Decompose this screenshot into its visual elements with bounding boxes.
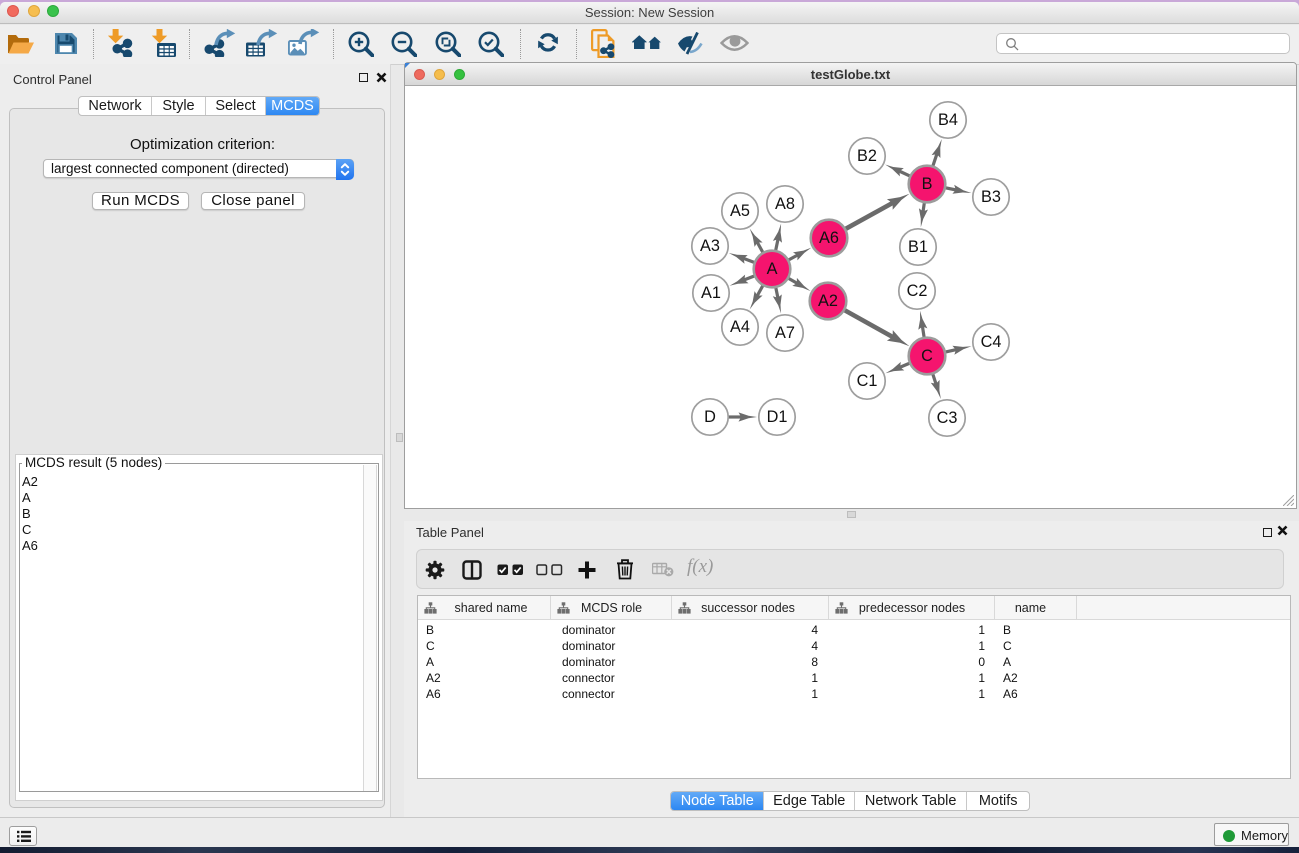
svg-text:A8: A8 (775, 195, 795, 213)
svg-text:B4: B4 (938, 111, 958, 129)
svg-text:C3: C3 (937, 409, 958, 427)
svg-text:A5: A5 (730, 202, 750, 220)
svg-text:A4: A4 (730, 318, 750, 336)
svg-text:C2: C2 (907, 282, 928, 300)
svg-text:C1: C1 (857, 372, 878, 390)
svg-text:B1: B1 (908, 238, 928, 256)
svg-text:B: B (922, 175, 933, 193)
svg-text:C4: C4 (981, 333, 1002, 351)
svg-text:A1: A1 (701, 284, 721, 302)
svg-text:A6: A6 (819, 229, 839, 247)
svg-text:A: A (767, 260, 778, 278)
svg-text:A2: A2 (818, 292, 838, 310)
svg-text:C: C (921, 347, 933, 365)
svg-text:A3: A3 (700, 237, 720, 255)
svg-text:A7: A7 (775, 324, 795, 342)
svg-text:D: D (704, 408, 716, 426)
svg-text:D1: D1 (767, 408, 788, 426)
svg-text:B3: B3 (981, 188, 1001, 206)
svg-text:B2: B2 (857, 147, 877, 165)
